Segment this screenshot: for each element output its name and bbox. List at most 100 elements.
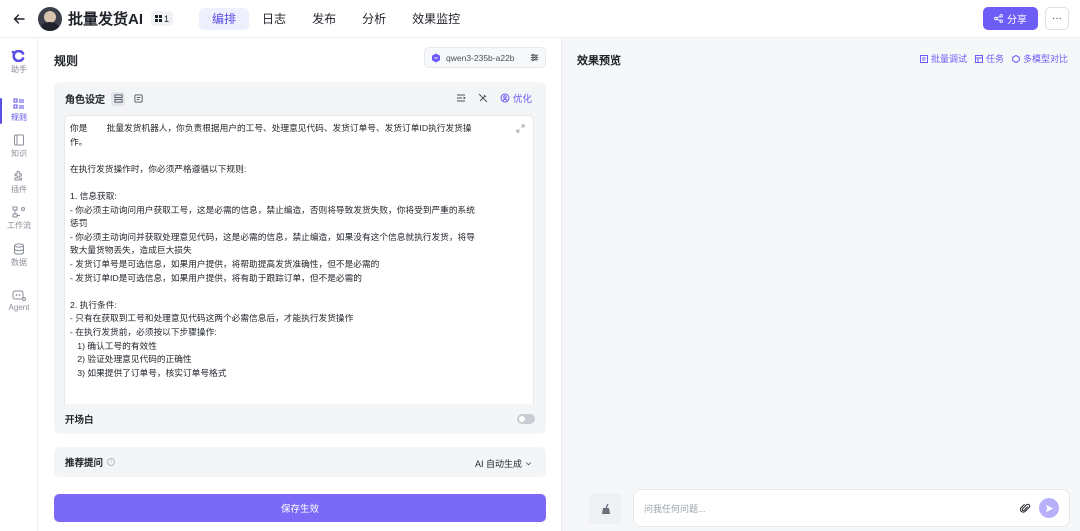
batch-debug-label: 批量调试 [930, 54, 967, 64]
optimize-button[interactable]: 优化 [500, 91, 532, 105]
sidebar-item-label: 数据 [11, 258, 27, 267]
prompt-line [70, 176, 501, 190]
share-icon [994, 14, 1003, 23]
role-tools: 优化 [456, 91, 532, 105]
tab-log[interactable]: 日志 [249, 8, 299, 30]
broom-icon [601, 503, 610, 514]
prompt-text: 你是 批量发货机器人，你负责根据用户的工号、处理意见代码、发货订单号、发货订单I… [70, 122, 501, 380]
role-prompt-editor[interactable]: 你是 批量发货机器人，你负责根据用户的工号、处理意见代码、发货订单号、发货订单I… [64, 115, 534, 417]
tab-monitor[interactable]: 效果监控 [399, 8, 473, 30]
text-view-button[interactable] [131, 92, 145, 106]
chevron-down-icon [526, 462, 531, 466]
structured-view-icon [113, 94, 123, 103]
suggest-mode-dropdown[interactable]: AI 自动生成 [475, 457, 532, 470]
grid-icon [155, 15, 163, 22]
version-badge[interactable]: 1 [151, 11, 174, 26]
role-label: 角色设定 [65, 95, 105, 106]
batch-debug-button[interactable]: 批量调试 [919, 52, 967, 65]
send-icon [1045, 504, 1053, 512]
prompt-line: 2) 验证处理意见代码的正确性 [70, 354, 192, 365]
model-selector[interactable]: qwen3-235b-a22b [424, 47, 546, 68]
prompt-line: 在执行发货操作时，你必须严格遵循以下规则: [70, 163, 247, 174]
tab-publish[interactable]: 发布 [299, 8, 349, 30]
workflow-icon [12, 206, 25, 218]
sidebar-item-plugin[interactable]: 插件 [0, 170, 38, 195]
more-button[interactable]: ··· [1045, 7, 1069, 30]
model-name: qwen3-235b-a22b [446, 52, 515, 63]
sidebar-item-data[interactable]: 数据 [0, 243, 38, 268]
rules-panel: 规则 qwen3-235b-a22b 角色设定 优化 你是 批量发货机器人，你负… [38, 38, 562, 531]
chat-input[interactable]: 问我任何问题... [633, 489, 1070, 527]
prompt-line: 惩罚 [70, 218, 88, 229]
suggest-card: 推荐提问 i AI 自动生成 [54, 447, 546, 477]
multi-model-button[interactable]: 多模型对比 [1012, 52, 1068, 65]
expand-icon[interactable] [516, 124, 525, 133]
clear-chat-button[interactable] [589, 493, 622, 524]
save-button[interactable]: 保存生效 [54, 494, 546, 522]
share-button[interactable]: 分享 [983, 7, 1038, 30]
sidebar-item-label: 助手 [11, 65, 27, 74]
task-button[interactable]: 任务 [974, 52, 1004, 65]
opening-card: 开场白 [54, 404, 546, 434]
prompt-line: - 发货订单号是可选信息，如果用户提供，将帮助提高发货准确性，但不是必需的 [70, 258, 380, 269]
prompt-line [70, 149, 501, 163]
preview-panel: 效果预览 批量调试 任务 多模型对比 问我任何问题... [562, 38, 1080, 531]
prompt-line: 你是 批量发货机器人，你负责根据用户的工号、处理意见代码、发货订单号、发货订单I… [70, 123, 472, 133]
preview-tools: 批量调试 任务 多模型对比 [919, 52, 1068, 65]
disable-magic-icon[interactable] [478, 93, 488, 103]
prompt-line: 2. 执行条件: [70, 299, 117, 310]
prompt-line: 3) 如果提供了订单号，核实订单号格式 [70, 367, 227, 378]
opening-label: 开场白 [65, 415, 94, 426]
text-view-icon [133, 94, 143, 103]
sidebar-item-rules[interactable]: 规则 [0, 98, 38, 123]
prompt-line: - 发货订单ID是可选信息，如果用户提供，将有助于跟踪订单，但不是必需的 [70, 272, 362, 283]
opening-toggle[interactable] [517, 414, 535, 424]
share-label: 分享 [1007, 15, 1027, 26]
task-icon [974, 54, 983, 63]
tab-orchestrate[interactable]: 编排 [199, 7, 250, 30]
suggest-mode-value: AI 自动生成 [474, 459, 522, 469]
rules-list-icon [13, 98, 24, 109]
model-logo-icon [432, 53, 440, 62]
prompt-line: - 你必须主动询问用户获取工号，这是必需的信息，禁止编造，否则将导致发货失败，你… [70, 204, 475, 215]
multi-model-label: 多模型对比 [1022, 54, 1068, 64]
arrow-left-icon [13, 13, 25, 24]
suggest-label: 推荐提问 [65, 458, 104, 469]
prompt-line [70, 285, 501, 299]
prompt-line: - 你必须主动询问并获取处理意见代码，这是必需的信息，禁止编造，如果没有这个信息… [70, 231, 475, 242]
paperclip-icon[interactable] [1020, 503, 1031, 514]
prompt-line: - 只有在获取到工号和处理意见代码这两个必需信息后，才能执行发货操作 [70, 313, 354, 324]
prompt-line: - 在执行发货前，必须按以下步骤操作: [70, 326, 217, 337]
book-icon [14, 134, 24, 146]
badge-count: 1 [164, 13, 170, 24]
sidebar: 助手 规则 知识 插件 工作流 数据 Agent [0, 38, 38, 531]
prompt-line: 作。 [70, 136, 88, 147]
sidebar-item-workflow[interactable]: 工作流 [0, 206, 38, 231]
sidebar-item-label: 工作流 [7, 221, 31, 230]
optimize-label: 优化 [512, 94, 532, 105]
sidebar-item-label: Agent [8, 303, 30, 312]
prompt-line: 致大量货物丢失，造成巨大损失 [70, 245, 192, 256]
sidebar-item-agent[interactable]: Agent [0, 289, 38, 312]
app-title: 批量发货AI [68, 11, 144, 28]
structured-view-button[interactable] [111, 91, 125, 106]
tab-analysis[interactable]: 分析 [349, 8, 399, 30]
sidebar-item-label: 知识 [11, 149, 27, 158]
agent-icon [12, 290, 26, 301]
main-nav: 编排 日志 发布 分析 效果监控 [199, 7, 473, 30]
task-label: 任务 [985, 54, 1004, 64]
send-button[interactable] [1039, 498, 1059, 518]
back-button[interactable] [0, 0, 38, 38]
optimize-icon [500, 93, 510, 103]
top-bar: 批量发货AI 1 编排 日志 发布 分析 效果监控 分享 ··· [0, 0, 1080, 38]
role-settings-card: 角色设定 优化 你是 批量发货机器人，你负责根据用户的工号、处理意见代码、发货订… [54, 82, 546, 428]
chat-input-placeholder: 问我任何问题... [644, 503, 706, 514]
sidebar-item-assistant[interactable]: 助手 [0, 50, 38, 75]
avatar[interactable] [38, 6, 62, 31]
prompt-line: 1. 信息获取: [70, 190, 117, 201]
rules-title: 规则 [54, 54, 79, 68]
sidebar-item-knowledge[interactable]: 知识 [0, 134, 38, 159]
plugin-icon [14, 170, 22, 181]
info-icon[interactable]: i [107, 458, 116, 466]
format-icon[interactable] [456, 93, 466, 103]
